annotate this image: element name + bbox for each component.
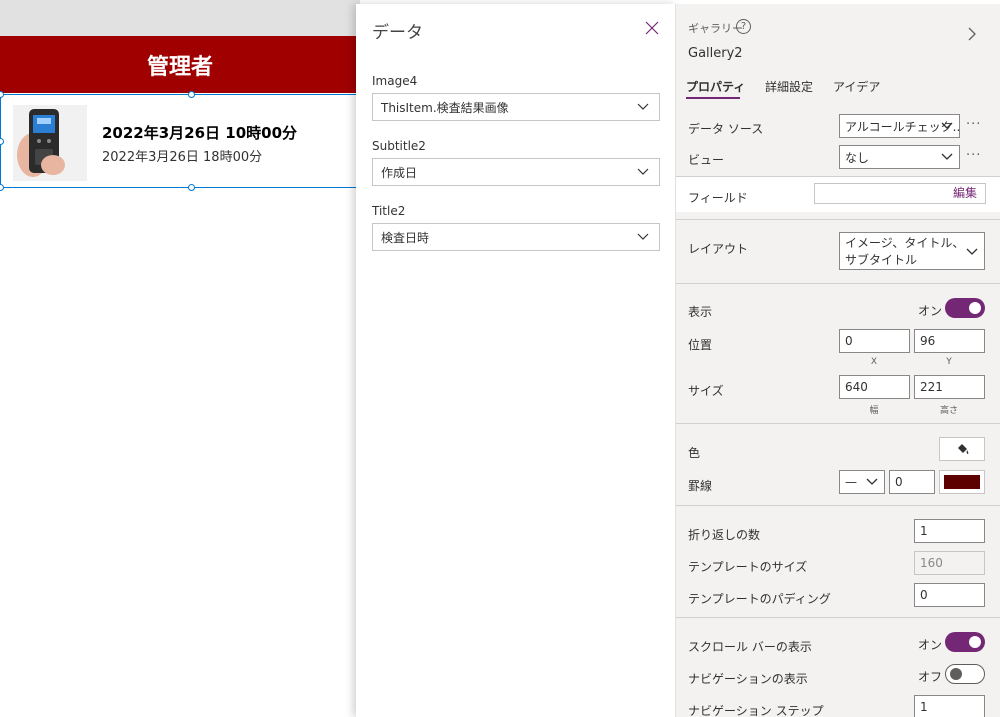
color-label: 色 [688,446,701,460]
nav-step-label: ナビゲーション ステップ [688,704,824,717]
more-options-icon[interactable]: ··· [966,117,981,132]
gallery-item-title: 2022年3月26日 10時00分 [102,124,298,142]
layout-dropdown[interactable]: イメージ、タイトル、 サブタイトル [839,232,985,270]
size-width-input[interactable]: 640 [839,375,910,399]
template-section: 折り返しの数 1 テンプレートのサイズ 160 テンプレートのパディング 0 [676,505,1000,617]
chevron-down-icon [941,153,953,160]
size-label: サイズ [688,384,724,398]
wrap-count-label: 折り返しの数 [688,528,761,542]
tab-ideas[interactable]: アイデア [833,78,880,95]
navigation-section: スクロール バーの表示 オン ナビゲーションの表示 オフ ナビゲーション ステッ… [676,617,1000,717]
layout-value-line2: サブタイトル [845,253,918,267]
field-label-image: Image4 [372,74,418,88]
visible-label: 表示 [688,305,713,319]
border-width-input[interactable]: 0 [889,470,935,494]
chevron-down-icon [637,168,649,175]
field-label-title: Title2 [372,204,406,218]
field-label-subtitle: Subtitle2 [372,139,426,153]
data-source-section: データ ソース アルコールチェック... ··· ビュー なし ··· [676,104,1000,176]
gallery-item-selected[interactable]: 2022年3月26日 10時00分 2022年3月26日 18時00分 [0,91,360,191]
properties-pane: ギャラリー ? Gallery2 プロパティ 詳細設定 アイデア データ ソース… [676,4,1000,717]
template-padding-input[interactable]: 0 [914,583,985,607]
y-sublabel: Y [946,357,952,367]
color-section: 色 罫線 — 0 [676,423,1000,505]
template-size-label: テンプレートのサイズ [688,560,808,574]
fields-edit-link[interactable]: 編集 [814,183,986,204]
help-icon[interactable]: ? [736,19,751,34]
paint-bucket-icon [958,444,969,454]
data-source-label: データ ソース [688,122,764,136]
height-sublabel: 高さ [939,406,958,416]
view-dropdown[interactable]: なし [839,145,960,169]
border-color-swatch [944,475,980,489]
display-section: 表示 オン 位置 0 96 X Y サイズ 640 221 幅 高さ [676,283,1000,423]
border-color-button[interactable] [939,470,985,494]
app-canvas: 管理者 2022年3月26日 10時00分 2022年3月26日 18時00分 [0,0,360,717]
tab-properties[interactable]: プロパティ [686,78,745,95]
layout-value-line1: イメージ、タイトル、 [845,236,965,250]
chevron-down-icon [966,248,978,255]
view-value: なし [845,150,870,165]
navigation-label: ナビゲーションの表示 [688,672,808,686]
resize-handle-bottom[interactable] [188,184,195,191]
tab-advanced[interactable]: 詳細設定 [765,78,813,95]
active-tab-indicator [686,97,740,99]
width-sublabel: 幅 [869,406,879,416]
canvas-top-bar [0,0,360,36]
chevron-right-icon[interactable] [966,26,978,42]
position-x-input[interactable]: 0 [839,329,910,353]
gallery-item-subtitle: 2022年3月26日 18時00分 [102,150,263,165]
x-sublabel: X [870,357,878,367]
data-panel-title: データ [372,23,423,43]
scrollbar-label: スクロール バーの表示 [688,640,812,654]
field-dropdown-title[interactable]: 検査日時 [372,223,660,251]
chevron-down-icon [637,103,649,110]
scrollbar-state: オン [918,638,943,652]
nav-step-input[interactable]: 1 [914,695,985,717]
app-header-bar[interactable]: 管理者 [0,36,360,93]
position-y-input[interactable]: 96 [914,329,985,353]
fill-color-button[interactable] [939,437,985,461]
resize-handle-left[interactable] [0,138,4,145]
more-options-icon[interactable]: ··· [966,148,981,163]
close-icon[interactable] [644,20,660,36]
navigation-state: オフ [918,670,943,684]
visible-state: オン [918,304,943,318]
border-style-dropdown[interactable]: — [839,470,885,494]
resize-handle-tl[interactable] [0,91,4,98]
visible-toggle[interactable] [945,298,985,318]
layout-section: レイアウト イメージ、タイトル、 サブタイトル [676,219,1000,283]
field-dropdown-subtitle[interactable]: 作成日 [372,158,660,186]
control-name: Gallery2 [688,46,743,61]
app-header-title: 管理者 [146,54,213,80]
control-type-label: ギャラリー [688,22,743,35]
data-source-dropdown[interactable]: アルコールチェック... [839,114,960,138]
navigation-toggle[interactable] [945,664,985,684]
field-value-subtitle: 作成日 [381,165,418,180]
gallery-item-image [13,105,87,181]
fields-label: フィールド [688,191,748,205]
size-height-input[interactable]: 221 [914,375,985,399]
scrollbar-toggle[interactable] [945,632,985,652]
chevron-down-icon [941,122,953,129]
view-label: ビュー [688,153,725,167]
field-value-image: ThisItem.検査結果画像 [381,100,509,115]
chevron-down-icon [637,233,649,240]
layout-label: レイアウト [688,242,749,256]
field-value-title: 検査日時 [381,230,430,245]
border-style-value: — [845,475,857,489]
template-size-input: 160 [914,551,985,575]
chevron-down-icon [866,478,878,485]
wrap-count-input[interactable]: 1 [914,519,985,543]
position-label: 位置 [688,338,713,352]
breathalyzer-image-icon [13,105,87,181]
border-label: 罫線 [688,479,713,493]
template-padding-label: テンプレートのパディング [688,592,831,606]
fields-section: フィールド 編集 [676,176,1000,212]
resize-handle-bl[interactable] [0,184,4,191]
resize-handle-top[interactable] [188,91,195,98]
field-dropdown-image[interactable]: ThisItem.検査結果画像 [372,93,660,121]
data-flyout-panel: データ Image4 ThisItem.検査結果画像 Subtitle2 作成日… [356,4,676,717]
